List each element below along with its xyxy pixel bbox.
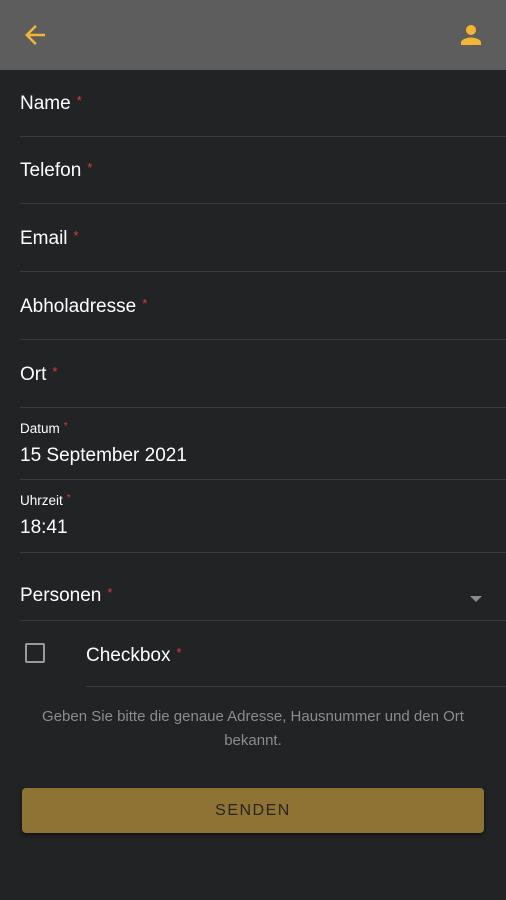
required-marker: * bbox=[73, 228, 79, 243]
required-marker: * bbox=[63, 421, 68, 432]
address-hint: Geben Sie bitte die genaue Adresse, Haus… bbox=[42, 708, 464, 749]
email-label: Email * bbox=[20, 228, 79, 249]
ort-label: Ort * bbox=[20, 364, 58, 385]
personen-select[interactable]: Personen * bbox=[20, 553, 506, 621]
checkbox-label: Checkbox * bbox=[86, 645, 182, 666]
abholadresse-label: Abholadresse * bbox=[20, 296, 148, 317]
personen-label: Personen * bbox=[20, 585, 113, 606]
dropdown-caret-icon[interactable] bbox=[470, 596, 482, 602]
app-header bbox=[0, 0, 506, 70]
required-marker: * bbox=[107, 585, 113, 600]
telefon-label: Telefon * bbox=[20, 160, 93, 181]
arrow-left-icon bbox=[25, 25, 45, 45]
datum-label: Datum * bbox=[20, 421, 68, 436]
submit-button[interactable]: SENDEN bbox=[22, 788, 484, 833]
email-field[interactable]: Email * bbox=[20, 204, 506, 272]
ort-field[interactable]: Ort * bbox=[20, 340, 506, 408]
person-icon bbox=[461, 25, 481, 45]
datum-field[interactable]: Datum * 15 September 2021 bbox=[20, 408, 506, 480]
divider bbox=[86, 686, 506, 687]
uhrzeit-label: Uhrzeit * bbox=[20, 493, 71, 508]
required-marker: * bbox=[176, 645, 182, 660]
telefon-field[interactable]: Telefon * bbox=[20, 137, 506, 204]
abholadresse-field[interactable]: Abholadresse * bbox=[20, 272, 506, 340]
checkbox-input[interactable] bbox=[25, 643, 45, 663]
name-field[interactable]: Name * bbox=[20, 70, 506, 137]
uhrzeit-value: 18:41 bbox=[20, 517, 68, 538]
required-marker: * bbox=[52, 364, 58, 379]
required-marker: * bbox=[87, 160, 93, 175]
name-label: Name * bbox=[20, 93, 82, 114]
required-marker: * bbox=[66, 493, 71, 504]
back-button[interactable] bbox=[20, 20, 50, 50]
profile-button[interactable] bbox=[456, 20, 486, 50]
uhrzeit-field[interactable]: Uhrzeit * 18:41 bbox=[20, 480, 506, 553]
required-marker: * bbox=[142, 296, 148, 311]
datum-value: 15 September 2021 bbox=[20, 445, 187, 466]
required-marker: * bbox=[76, 93, 82, 108]
